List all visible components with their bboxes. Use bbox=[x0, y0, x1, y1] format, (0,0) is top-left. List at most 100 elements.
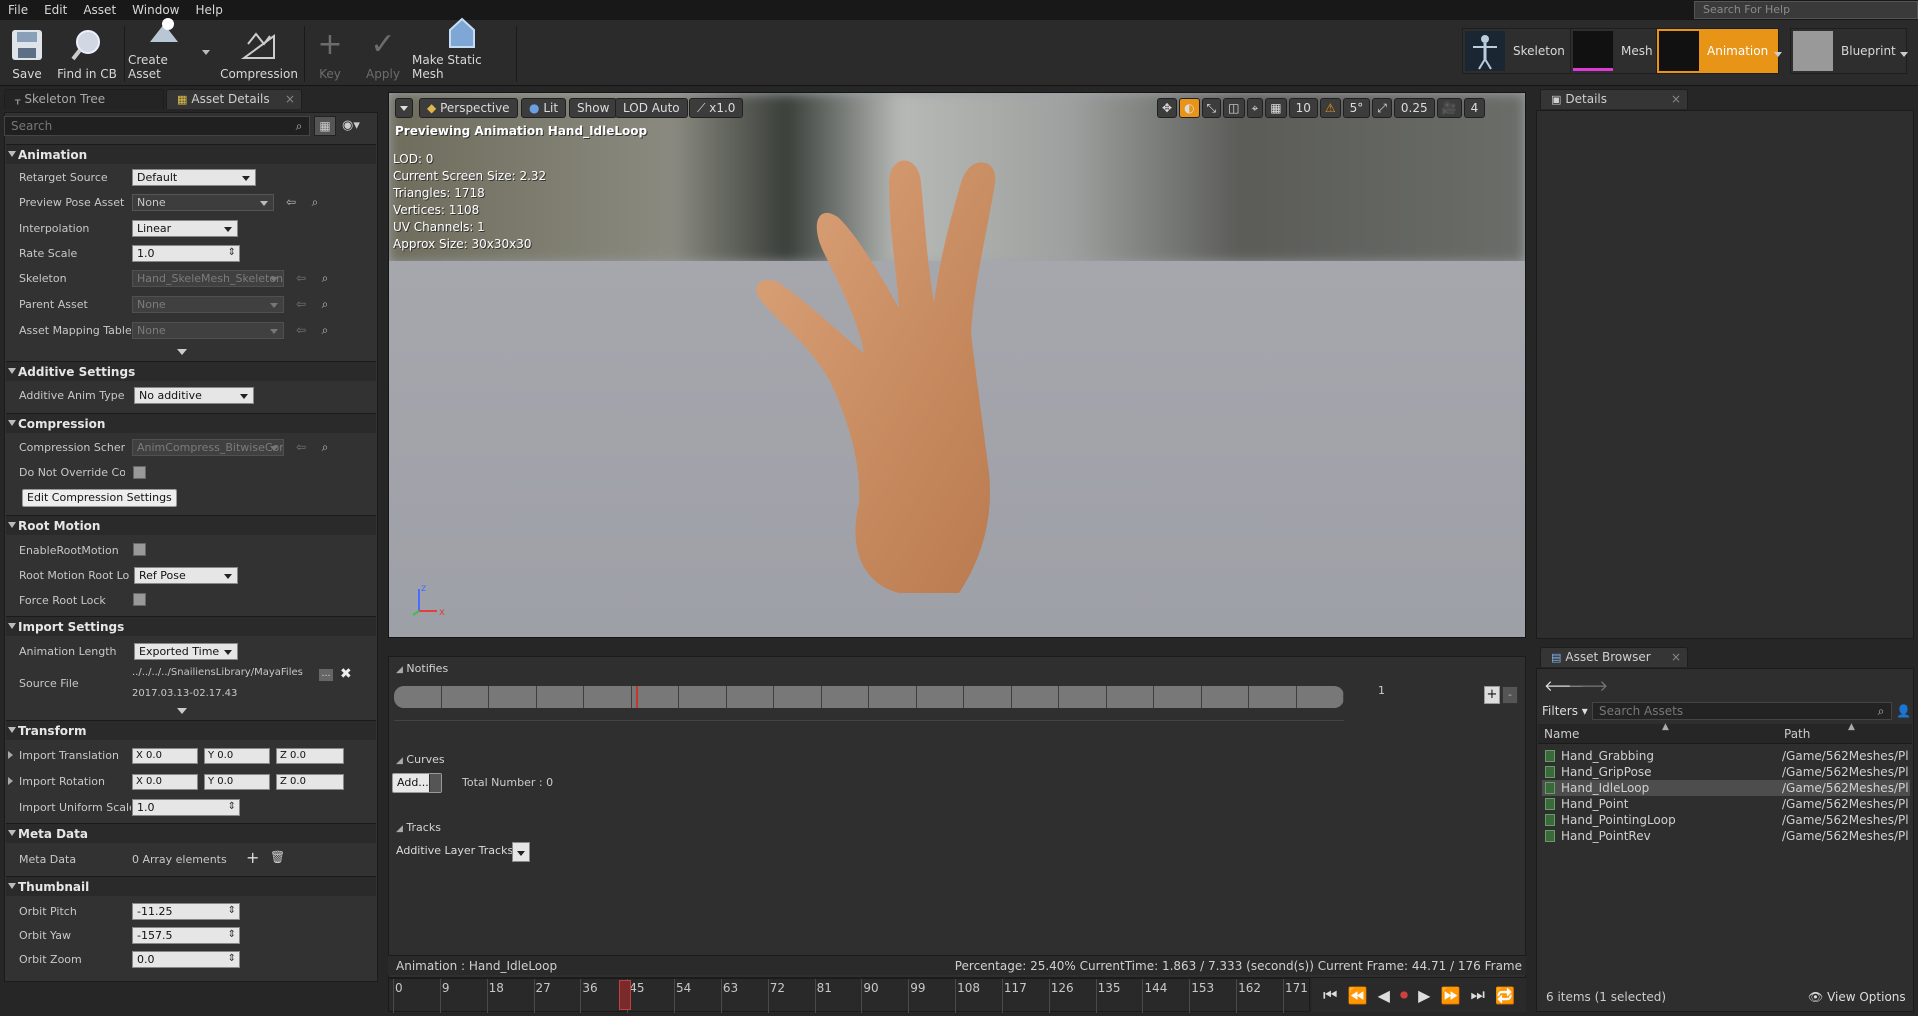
retarget-source-combo[interactable]: Default bbox=[132, 169, 256, 186]
compression-arrow-icon[interactable]: ⇦ bbox=[294, 440, 308, 454]
menu-edit[interactable]: Edit bbox=[36, 0, 75, 20]
find-in-cb-button[interactable]: Find in CB bbox=[54, 24, 120, 84]
mode-skeleton[interactable]: Skeleton bbox=[1462, 28, 1576, 74]
grid-snap-icon[interactable]: ▦ bbox=[1265, 98, 1287, 118]
notify-track-cell[interactable] bbox=[1059, 686, 1107, 708]
rotation-z-field[interactable]: Z 0.0 bbox=[276, 774, 344, 790]
orbit-yaw-input[interactable]: -157.5 bbox=[132, 927, 240, 944]
create-asset-button[interactable]: Create Asset bbox=[128, 18, 202, 84]
timeline-scrubber[interactable]: 0 9 18 27 36 45 54 63 72 81 90 99 108 117 126 135 144 153… bbox=[388, 978, 1310, 1013]
viewport-options-button[interactable] bbox=[395, 98, 413, 118]
filters-button[interactable]: Filters ▾ bbox=[1542, 704, 1588, 718]
play-reverse-icon[interactable]: ◀ bbox=[1378, 986, 1390, 1005]
list-item[interactable]: Hand_Point/Game/562Meshes/Pla bbox=[1542, 796, 1910, 812]
rotation-snap-icon[interactable]: ⚠ bbox=[1319, 98, 1341, 118]
translation-y-field[interactable]: Y 0.0 bbox=[204, 748, 270, 764]
apply-button[interactable]: ✓ Apply bbox=[358, 24, 408, 84]
list-item[interactable]: Hand_GripPose/Game/562Meshes/Pla bbox=[1542, 764, 1910, 780]
mode-dropdown-icon[interactable] bbox=[1774, 52, 1782, 57]
key-button[interactable]: + Key bbox=[312, 24, 348, 84]
parent-asset-combo[interactable]: None bbox=[132, 296, 284, 313]
root-lock-combo[interactable]: Ref Pose bbox=[134, 567, 238, 584]
scale-snap-value[interactable]: 0.25 bbox=[1393, 98, 1435, 118]
notify-track-cell[interactable] bbox=[631, 686, 679, 708]
step-forward-icon[interactable]: ⏩ bbox=[1440, 986, 1460, 1005]
mode-animation[interactable]: Animation bbox=[1656, 28, 1780, 74]
camera-speed-value[interactable]: 4 bbox=[1463, 98, 1486, 118]
go-to-start-icon[interactable]: ⏮ bbox=[1323, 985, 1337, 1005]
list-item-selected[interactable]: Hand_IdleLoop/Game/562Meshes/Pla bbox=[1542, 780, 1910, 796]
view-options-button[interactable]: 👁 View Options bbox=[1808, 990, 1906, 1004]
rotation-x-field[interactable]: X 0.0 bbox=[132, 774, 198, 790]
tab-asset-details[interactable]: ▦ Asset Details × bbox=[166, 89, 302, 109]
remove-notify-track-button[interactable]: - bbox=[1502, 686, 1518, 704]
add-element-icon[interactable]: + bbox=[246, 848, 259, 867]
section-root-motion[interactable]: Root Motion bbox=[6, 515, 376, 535]
eye-icon[interactable]: ◉▾ bbox=[342, 118, 360, 133]
play-icon[interactable]: ▶ bbox=[1418, 986, 1430, 1005]
notifies-header[interactable]: ◢ Notifies bbox=[396, 662, 448, 675]
add-notify-track-button[interactable]: + bbox=[1484, 686, 1500, 704]
playback-speed-button[interactable]: ⟋ x1.0 bbox=[689, 98, 744, 118]
menu-file[interactable]: File bbox=[0, 0, 36, 20]
asset-browser-close-icon[interactable]: × bbox=[1671, 648, 1681, 667]
section-additive-settings[interactable]: Additive Settings bbox=[6, 361, 376, 381]
notify-track-cell[interactable] bbox=[1249, 686, 1297, 708]
section-thumbnail[interactable]: Thumbnail bbox=[6, 876, 376, 896]
mode-blueprint[interactable]: Blueprint bbox=[1790, 28, 1907, 74]
menu-asset[interactable]: Asset bbox=[75, 0, 124, 20]
use-selected-arrow-icon[interactable]: ⇦ bbox=[284, 195, 298, 209]
show-button[interactable]: Show bbox=[569, 98, 618, 118]
orbit-zoom-input[interactable]: 0.0 bbox=[132, 951, 240, 968]
step-back-icon[interactable]: ⏪ bbox=[1348, 986, 1368, 1005]
browse-icon[interactable]: ⌕ bbox=[308, 195, 322, 209]
notify-track-cell[interactable] bbox=[1154, 686, 1202, 708]
camera-speed-icon[interactable]: 🎥 bbox=[1436, 98, 1462, 118]
grid-size-value[interactable]: 10 bbox=[1288, 98, 1318, 118]
notify-track-cell[interactable] bbox=[489, 686, 537, 708]
tab-details[interactable]: ▣ Details × bbox=[1540, 89, 1688, 109]
translate-icon[interactable]: ✥ bbox=[1157, 98, 1178, 118]
section-animation[interactable]: Animation bbox=[6, 144, 376, 164]
details-search-input[interactable]: Search bbox=[4, 116, 310, 136]
details-close-icon[interactable]: × bbox=[1671, 90, 1681, 109]
add-curve-dropdown-icon[interactable] bbox=[429, 774, 441, 792]
mapping-arrow-icon[interactable]: ⇦ bbox=[294, 323, 308, 337]
lit-button[interactable]: ● Lit bbox=[521, 98, 567, 118]
notify-track-cell[interactable] bbox=[1011, 686, 1059, 708]
parent-asset-arrow-icon[interactable]: ⇦ bbox=[294, 297, 308, 311]
viewport[interactable]: ◆ Perspective ● Lit Show LOD Auto ⟋ x1.0… bbox=[388, 92, 1526, 638]
expand-advanced-icon[interactable] bbox=[177, 349, 187, 355]
tab-skeleton-tree[interactable]: ᚁ Skeleton Tree bbox=[4, 89, 164, 109]
import-scale-input[interactable]: 1.0 bbox=[132, 799, 240, 816]
scale-icon[interactable]: ⤡ bbox=[1201, 98, 1222, 118]
notify-track-cell[interactable] bbox=[1201, 686, 1249, 708]
perspective-button[interactable]: ◆ Perspective bbox=[419, 98, 518, 118]
skeleton-browse-icon[interactable]: ⌕ bbox=[318, 271, 332, 285]
notify-track-cell[interactable] bbox=[964, 686, 1012, 708]
surface-snap-icon[interactable]: ⌖ bbox=[1246, 98, 1264, 118]
section-import-settings[interactable]: Import Settings bbox=[6, 616, 376, 636]
notify-track-cell[interactable] bbox=[441, 686, 489, 708]
additive-tracks-dropdown[interactable] bbox=[512, 842, 530, 862]
mode-mesh[interactable]: Mesh bbox=[1570, 28, 1664, 74]
save-button[interactable]: Save bbox=[4, 24, 50, 84]
notify-track-cell[interactable] bbox=[1296, 686, 1344, 708]
expand-import-icon[interactable] bbox=[177, 708, 187, 714]
rate-scale-input[interactable]: 1.0 bbox=[132, 245, 240, 262]
notify-track[interactable] bbox=[394, 686, 1344, 708]
list-item[interactable]: Hand_PointingLoop/Game/562Meshes/Pla bbox=[1542, 812, 1910, 828]
clear-source-icon[interactable]: ✖ bbox=[340, 666, 352, 682]
add-curve-button[interactable]: Add... bbox=[392, 773, 442, 793]
col-path[interactable]: Path bbox=[1784, 727, 1810, 741]
list-item[interactable]: Hand_PointRev/Game/562Meshes/Pla bbox=[1542, 828, 1910, 844]
translation-x-field[interactable]: X 0.0 bbox=[132, 748, 198, 764]
tab-asset-browser[interactable]: ▤ Asset Browser × bbox=[1540, 647, 1688, 667]
scrub-handle[interactable] bbox=[618, 980, 631, 1010]
animation-length-combo[interactable]: Exported Time bbox=[134, 643, 238, 660]
preview-pose-combo[interactable]: None bbox=[132, 194, 274, 211]
go-to-end-icon[interactable]: ⏭ bbox=[1471, 985, 1485, 1005]
additive-type-combo[interactable]: No additive bbox=[134, 387, 254, 404]
rotation-y-field[interactable]: Y 0.0 bbox=[204, 774, 270, 790]
rotation-snap-value[interactable]: 5° bbox=[1342, 98, 1371, 118]
